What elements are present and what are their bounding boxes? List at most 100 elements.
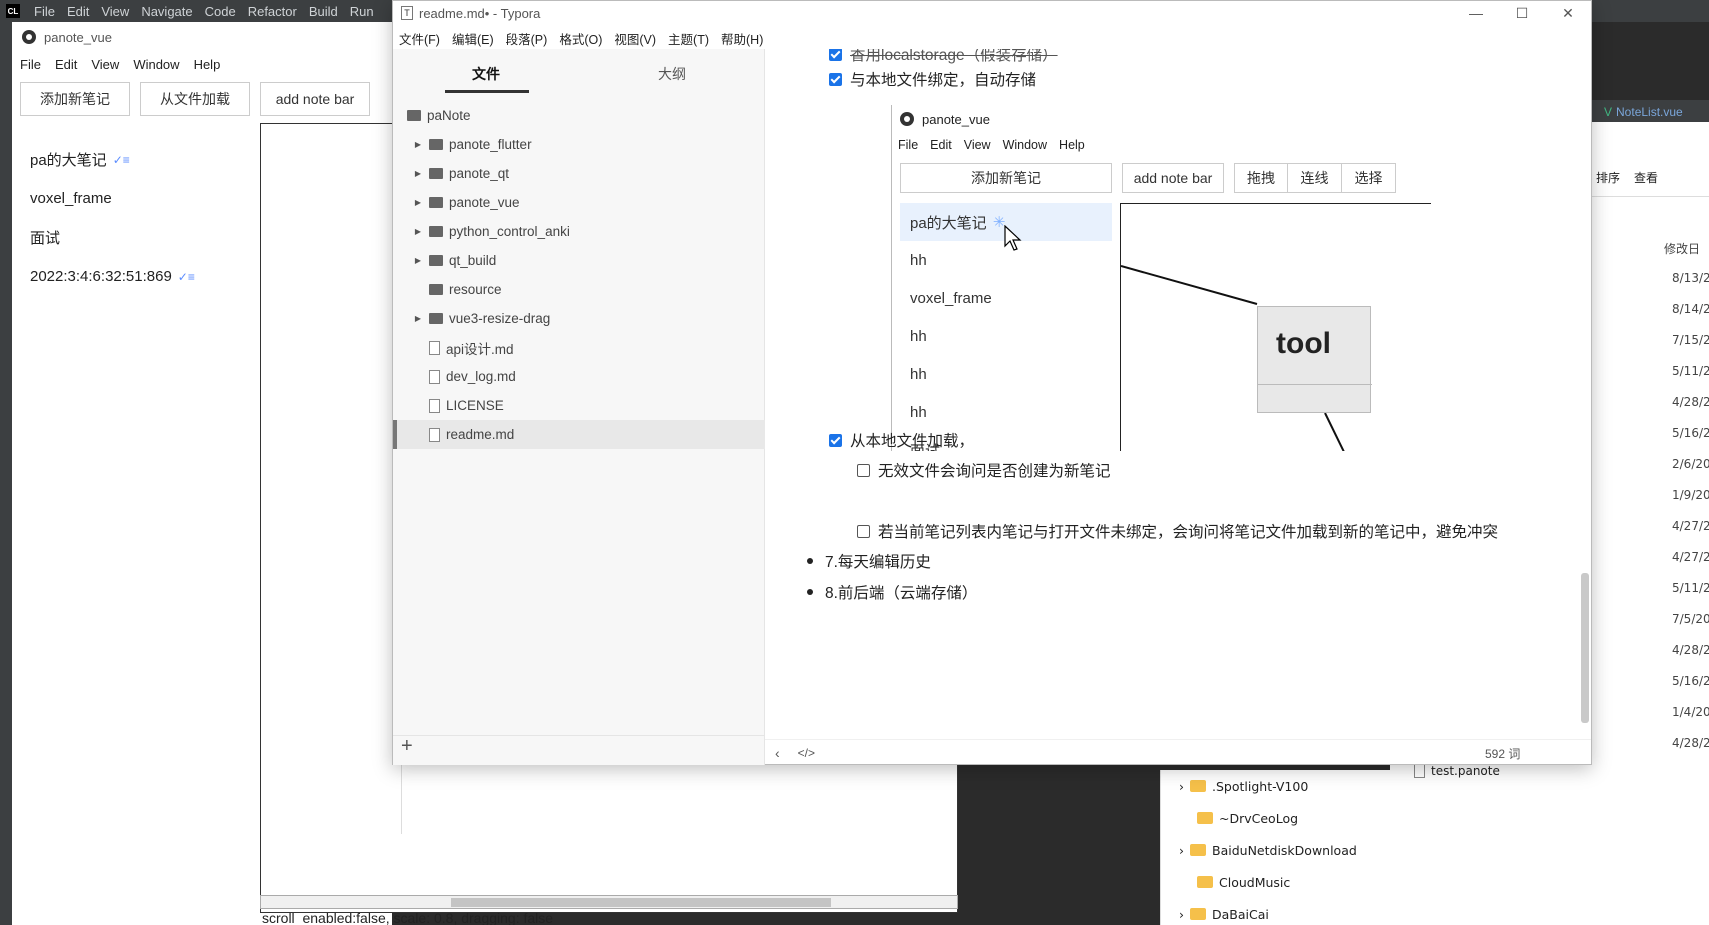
vertical-scrollbar-thumb[interactable]: [1581, 573, 1589, 723]
tree-label: resource: [449, 282, 502, 297]
ide-tool-strip: [0, 22, 12, 925]
tree-root-folder[interactable]: paNote: [393, 101, 765, 130]
markdown-editor[interactable]: 香用localstorage（假装存储） 与本地文件绑定，自动存储 panote…: [765, 49, 1591, 739]
embed-toolbar: 添加新笔记 add note bar 拖拽 连线 选择: [900, 163, 1396, 193]
ide-menu-code[interactable]: Code: [199, 4, 242, 19]
task-checkbox[interactable]: [829, 433, 842, 447]
folder-icon: [1190, 908, 1206, 920]
ide-menu-view[interactable]: View: [95, 4, 135, 19]
embed-item-label: pa的大笔记: [910, 214, 987, 232]
folder-label: DaBaiCai: [1212, 906, 1269, 922]
embed-drag-button: 拖拽: [1234, 163, 1288, 193]
vue-icon: V: [1604, 105, 1613, 119]
explorer-divider: [1592, 196, 1709, 197]
tree-file[interactable]: LICENSE: [393, 391, 765, 420]
close-icon[interactable]: ✕: [1545, 1, 1591, 25]
note-list-item[interactable]: voxel_frame: [30, 179, 250, 218]
ide-menu-edit[interactable]: Edit: [61, 4, 95, 19]
view-button[interactable]: 查看: [1634, 169, 1658, 186]
tab-files[interactable]: 文件: [393, 57, 579, 93]
source-code-icon[interactable]: </>: [798, 746, 815, 760]
menu-theme[interactable]: 主题(T): [668, 29, 709, 48]
note-list: pa的大笔记 ✓≡ voxel_frame 面试 2022:3:4:6:32:51…: [30, 140, 250, 296]
embed-select-button: 选择: [1342, 163, 1396, 193]
tree-folder[interactable]: ▶ panote_qt: [393, 159, 765, 188]
explorer-folder[interactable]: › DaBaiCai: [1161, 898, 1390, 925]
tool-label: tool: [1276, 327, 1331, 360]
folder-icon: [429, 197, 443, 208]
menu-file[interactable]: File: [20, 57, 41, 72]
word-count[interactable]: 592 词: [1485, 740, 1520, 766]
folder-icon: [429, 168, 443, 179]
menu-format[interactable]: 格式(O): [559, 29, 602, 48]
menu-edit[interactable]: Edit: [55, 57, 77, 72]
folder-icon: [429, 255, 443, 266]
note-list-item[interactable]: 面试: [30, 218, 250, 257]
tree-folder[interactable]: ▶ panote_vue: [393, 188, 765, 217]
saved-check-icon: ✓≡: [177, 269, 195, 284]
add-note-button[interactable]: 添加新笔记: [20, 82, 130, 116]
menu-window[interactable]: Window: [133, 57, 179, 72]
date-column: 8/13/2 8/14/2 7/15/2 5/11/2 4/28/2 5/16/…: [1672, 262, 1709, 758]
task-checkbox[interactable]: [829, 72, 842, 86]
date-column-header[interactable]: 修改日: [1664, 240, 1700, 257]
folder-label: CloudMusic: [1219, 874, 1291, 890]
menu-file[interactable]: 文件(F): [399, 29, 440, 48]
ide-menu-refactor[interactable]: Refactor: [242, 4, 303, 19]
scrollbar-thumb[interactable]: [451, 898, 831, 907]
horizontal-scrollbar[interactable]: [260, 895, 958, 909]
maximize-icon[interactable]: ☐: [1499, 1, 1545, 25]
menu-edit[interactable]: 编辑(E): [452, 29, 494, 48]
add-note-bar-button[interactable]: add note bar: [260, 82, 370, 116]
task-text: 香用localstorage（假装存储）: [850, 49, 1058, 64]
task-checkbox[interactable]: [857, 463, 870, 477]
sort-button[interactable]: 排序: [1596, 169, 1620, 186]
folder-label: BaiduNetdiskDownload: [1212, 842, 1357, 858]
file-icon: [429, 427, 440, 442]
tree-folder[interactable]: ▶ python_control_anki: [393, 217, 765, 246]
chevron-left-icon[interactable]: ‹: [775, 745, 780, 761]
embed-menubar: File Edit View Window Help: [898, 135, 1085, 155]
load-file-button[interactable]: 从文件加载: [140, 82, 250, 116]
tree-file[interactable]: api设计.md: [393, 333, 765, 362]
tree-label: api设计.md: [446, 341, 514, 357]
date-cell: 7/5/20: [1672, 611, 1709, 626]
note-list-item[interactable]: 2022:3:4:6:32:51:869 ✓≡: [30, 257, 250, 296]
task-checkbox[interactable]: [829, 49, 842, 61]
tree-file[interactable]: dev_log.md: [393, 362, 765, 391]
saved-check-icon: ✓≡: [112, 152, 130, 167]
bullet-dot: [807, 589, 813, 595]
tool-divider: [1258, 384, 1372, 385]
note-title: pa的大笔记: [30, 152, 107, 169]
menu-view[interactable]: View: [91, 57, 119, 72]
minimize-icon[interactable]: —: [1453, 1, 1499, 25]
tree-folder[interactable]: ▶ vue3-resize-drag: [393, 304, 765, 333]
ide-menu-navigate[interactable]: Navigate: [135, 4, 198, 19]
menu-paragraph[interactable]: 段落(P): [506, 29, 548, 48]
note-title: 面试: [30, 230, 61, 247]
ide-editor-tab[interactable]: V NoteList.vue: [1592, 100, 1709, 124]
explorer-folder[interactable]: ~DrvCeoLog: [1161, 802, 1390, 834]
note-list-item[interactable]: pa的大笔记 ✓≡: [30, 140, 250, 179]
embed-menu-edit: Edit: [930, 138, 952, 152]
electron-logo-icon: [900, 112, 914, 126]
explorer-folder[interactable]: › .Spotlight-V100: [1161, 770, 1390, 802]
ide-menu-file[interactable]: File: [28, 4, 61, 19]
ide-menu-run[interactable]: Run: [344, 4, 380, 19]
menu-help[interactable]: Help: [194, 57, 221, 72]
bullet-item: 7.每天编辑历史: [807, 550, 931, 572]
tree-label: python_control_anki: [449, 224, 570, 239]
date-cell: 2/6/20: [1672, 456, 1709, 471]
task-checkbox[interactable]: [857, 524, 870, 538]
tree-file-selected[interactable]: readme.md: [393, 420, 765, 449]
explorer-folder[interactable]: CloudMusic: [1161, 866, 1390, 898]
tree-folder[interactable]: ▶ qt_build: [393, 246, 765, 275]
menu-help[interactable]: 帮助(H): [721, 29, 763, 48]
tab-outline[interactable]: 大纲: [579, 57, 765, 91]
ide-menu-build[interactable]: Build: [303, 4, 344, 19]
menu-view[interactable]: 视图(V): [614, 29, 656, 48]
add-file-icon[interactable]: +: [401, 735, 421, 757]
explorer-folder[interactable]: › BaiduNetdiskDownload: [1161, 834, 1390, 866]
tree-folder[interactable]: ▶ panote_flutter: [393, 130, 765, 159]
tree-folder[interactable]: resource: [393, 275, 765, 304]
